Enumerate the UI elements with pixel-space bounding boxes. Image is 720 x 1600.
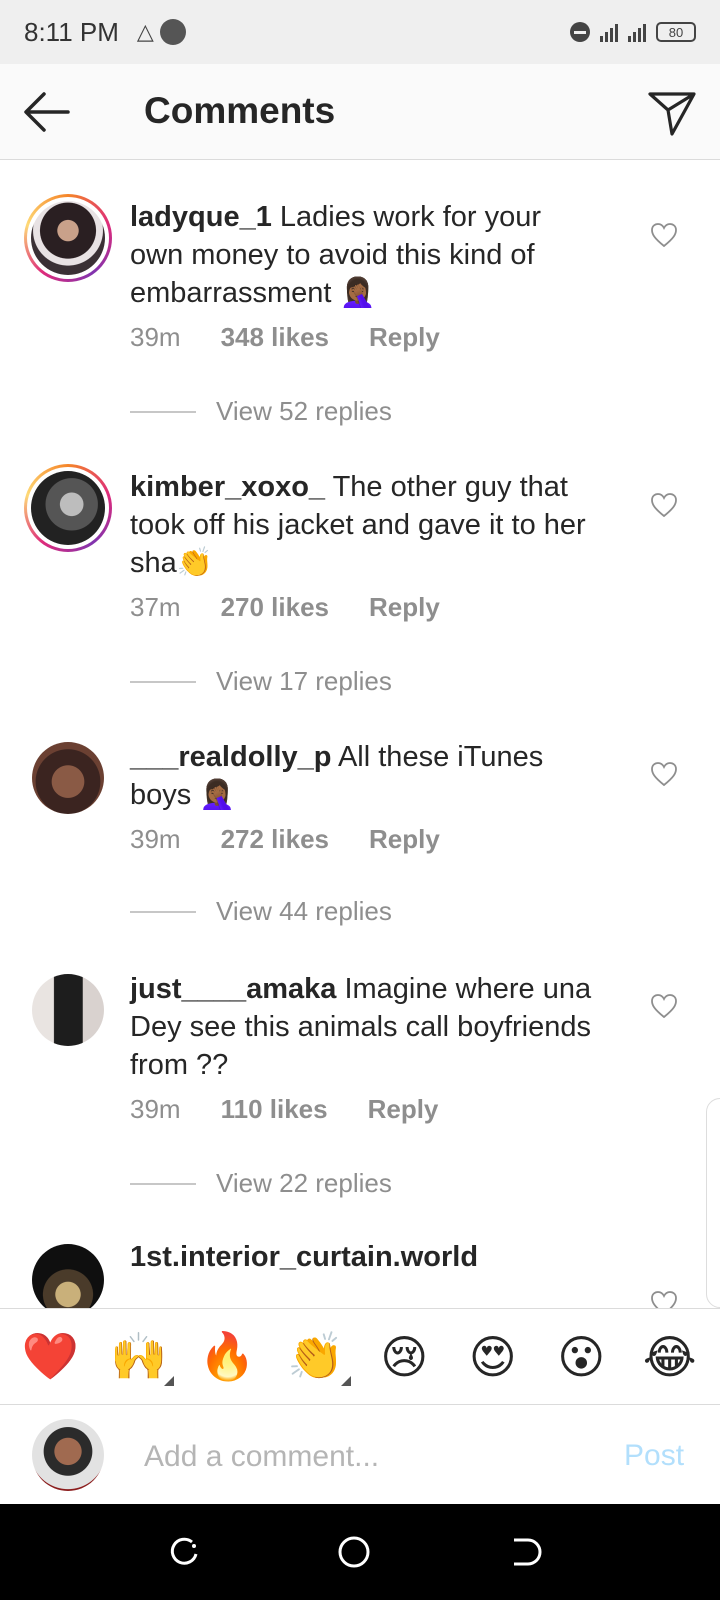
reply-button[interactable]: Reply bbox=[369, 592, 440, 623]
avatar[interactable] bbox=[32, 1244, 104, 1308]
comment-text-block: just____amaka Imagine where una Dey see … bbox=[130, 970, 600, 1084]
reply-button[interactable]: Reply bbox=[369, 824, 440, 855]
emoji-clapping[interactable]: 👏 bbox=[281, 1329, 351, 1386]
like-heart-icon[interactable] bbox=[650, 222, 678, 248]
warning-icon: △ bbox=[136, 19, 154, 44]
comment-meta: 39m 110 likes Reply bbox=[130, 1094, 438, 1125]
skin-tone-indicator-icon bbox=[340, 1376, 351, 1386]
avatar[interactable] bbox=[24, 464, 112, 552]
skin-tone-indicator-icon bbox=[163, 1376, 174, 1386]
like-heart-icon[interactable] bbox=[650, 993, 678, 1019]
view-replies-button[interactable]: View 22 replies bbox=[130, 1168, 392, 1199]
status-bar: 8:11 PM △ 80 bbox=[0, 0, 720, 64]
comment-time: 39m bbox=[130, 824, 181, 854]
emoji-fire[interactable]: 🔥 bbox=[192, 1329, 262, 1384]
view-replies-button[interactable]: View 44 replies bbox=[130, 896, 392, 927]
signal-icon bbox=[600, 22, 618, 42]
back-arrow-icon[interactable] bbox=[22, 88, 74, 136]
view-replies-label: View 17 replies bbox=[216, 666, 392, 696]
comments-list[interactable]: ladyque_1 Ladies work for your own money… bbox=[0, 160, 720, 1308]
signal-icon-2 bbox=[628, 22, 646, 42]
avatar[interactable] bbox=[32, 742, 104, 814]
notification-dot-icon bbox=[159, 19, 186, 45]
emoji-quick-bar: ❤️ 🙌 🔥 👏 😢 😍 😮 😂 bbox=[0, 1308, 720, 1404]
emoji-surprised[interactable]: 😮 bbox=[546, 1330, 616, 1384]
reply-button[interactable]: Reply bbox=[368, 1094, 439, 1125]
comment-username[interactable]: just____amaka bbox=[130, 973, 336, 1005]
comment-time: 39m bbox=[130, 1094, 181, 1124]
home-icon[interactable] bbox=[336, 1534, 372, 1570]
reply-button[interactable]: Reply bbox=[369, 322, 440, 353]
emoji-heart-eyes[interactable]: 😍 bbox=[458, 1330, 528, 1384]
emoji-heart[interactable]: ❤️ bbox=[15, 1329, 85, 1384]
comment-text-block: ___realdolly_p All these iTunes boys 🤦🏾‍… bbox=[130, 738, 600, 814]
recent-apps-icon[interactable] bbox=[166, 1534, 202, 1570]
do-not-disturb-icon bbox=[570, 22, 590, 42]
comment-time: 37m bbox=[130, 592, 181, 622]
comment-likes[interactable]: 270 likes bbox=[221, 592, 329, 623]
emoji-laughing[interactable]: 😂 bbox=[635, 1330, 705, 1384]
post-button[interactable]: Post bbox=[624, 1439, 684, 1473]
emoji-raising-hands[interactable]: 🙌 bbox=[104, 1329, 174, 1386]
edge-scroll-handle[interactable] bbox=[706, 1098, 720, 1308]
battery-icon: 80 bbox=[656, 22, 696, 42]
send-icon[interactable] bbox=[646, 86, 698, 138]
status-time: 8:11 PM bbox=[24, 16, 119, 47]
like-heart-icon[interactable] bbox=[650, 1290, 678, 1308]
comment-username[interactable]: ___realdolly_p bbox=[130, 741, 332, 773]
header: Comments bbox=[0, 64, 720, 160]
comment-composer: Post bbox=[0, 1404, 720, 1504]
like-heart-icon[interactable] bbox=[650, 492, 678, 518]
comment-likes[interactable]: 272 likes bbox=[221, 824, 329, 855]
comment-likes[interactable]: 348 likes bbox=[221, 322, 329, 353]
like-heart-icon[interactable] bbox=[650, 761, 678, 787]
comment-username[interactable]: ladyque_1 bbox=[130, 201, 272, 233]
comment-username[interactable]: 1st.interior_curtain.world bbox=[130, 1241, 478, 1273]
back-nav-icon[interactable] bbox=[506, 1534, 542, 1570]
comment-input[interactable] bbox=[144, 1435, 584, 1479]
comment-meta: 39m 272 likes Reply bbox=[130, 824, 440, 855]
view-replies-button[interactable]: View 52 replies bbox=[130, 396, 392, 427]
avatar bbox=[32, 1419, 104, 1491]
view-replies-label: View 22 replies bbox=[216, 1168, 392, 1198]
view-replies-button[interactable]: View 17 replies bbox=[130, 666, 392, 697]
comment-time: 39m bbox=[130, 322, 181, 352]
comment-likes[interactable]: 110 likes bbox=[221, 1094, 328, 1125]
comment-meta: 37m 270 likes Reply bbox=[130, 592, 440, 623]
comment-text-block: 1st.interior_curtain.world bbox=[130, 1238, 600, 1276]
comment-meta: 39m 348 likes Reply bbox=[130, 322, 440, 353]
page-title: Comments bbox=[144, 90, 336, 131]
avatar[interactable] bbox=[24, 194, 112, 282]
emoji-crying[interactable]: 😢 bbox=[369, 1330, 439, 1384]
comment-text-block: ladyque_1 Ladies work for your own money… bbox=[130, 198, 600, 312]
view-replies-label: View 44 replies bbox=[216, 896, 392, 926]
view-replies-label: View 52 replies bbox=[216, 396, 392, 426]
comment-text-block: kimber_xoxo_ The other guy that took off… bbox=[130, 468, 600, 582]
comment-username[interactable]: kimber_xoxo_ bbox=[130, 471, 325, 503]
avatar[interactable] bbox=[32, 974, 104, 1046]
system-navigation-bar bbox=[0, 1504, 720, 1600]
